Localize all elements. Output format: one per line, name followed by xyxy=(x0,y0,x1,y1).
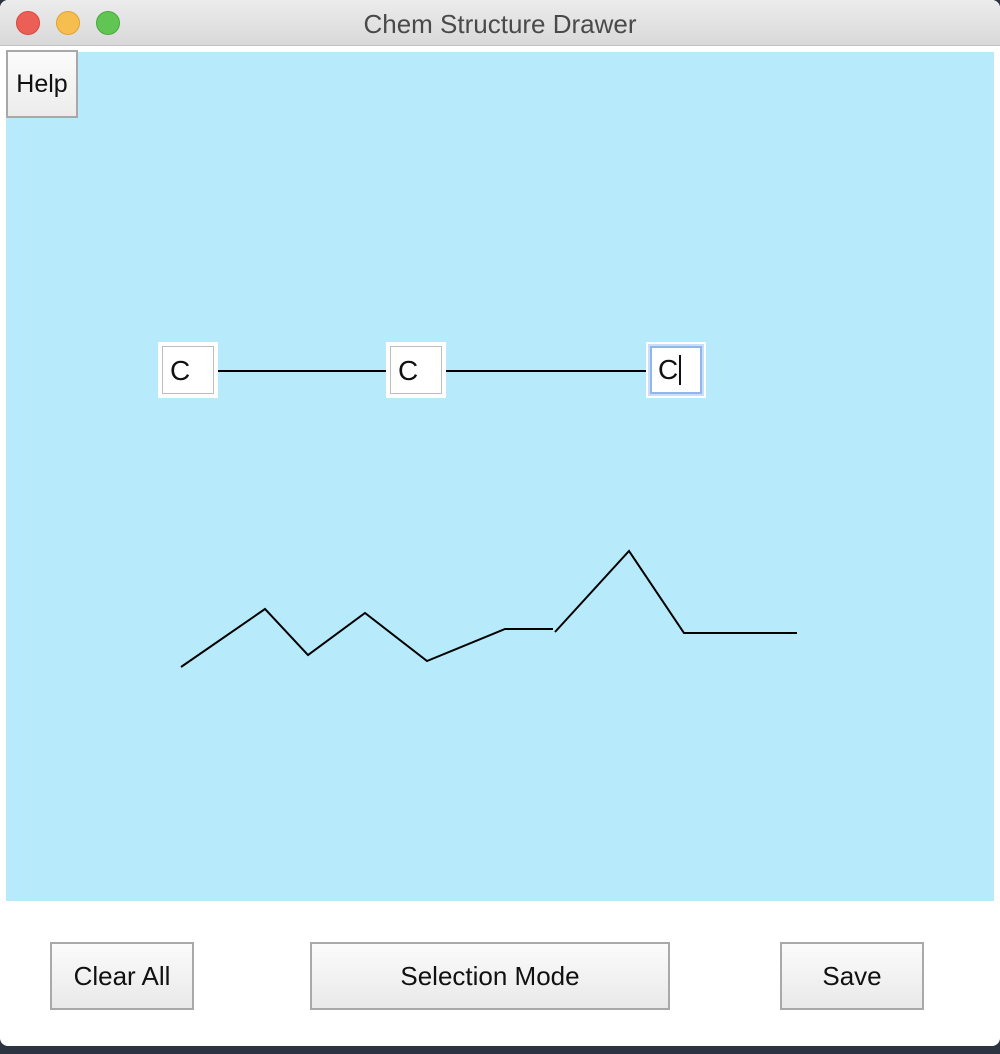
skeletal-chain[interactable] xyxy=(180,607,553,668)
clear-all-button[interactable]: Clear All xyxy=(50,942,194,1010)
text-caret xyxy=(679,354,682,385)
atom-symbol-field[interactable]: C xyxy=(650,346,702,394)
help-button[interactable]: Help xyxy=(6,50,78,118)
app-window: Chem Structure Drawer C C C Help Clear A… xyxy=(0,0,1000,1046)
selection-mode-button[interactable]: Selection Mode xyxy=(310,942,670,1010)
atom-node-focused[interactable]: C xyxy=(646,342,706,398)
bond-layer xyxy=(180,370,797,668)
skeletal-chain[interactable] xyxy=(554,549,797,634)
save-button[interactable]: Save xyxy=(780,942,924,1010)
atom-node[interactable]: C xyxy=(386,342,446,398)
atom-symbol-field[interactable]: C xyxy=(390,346,442,394)
atom-symbol-field[interactable]: C xyxy=(162,346,214,394)
atom-symbol-text: C xyxy=(658,354,679,385)
atom-node[interactable]: C xyxy=(158,342,218,398)
